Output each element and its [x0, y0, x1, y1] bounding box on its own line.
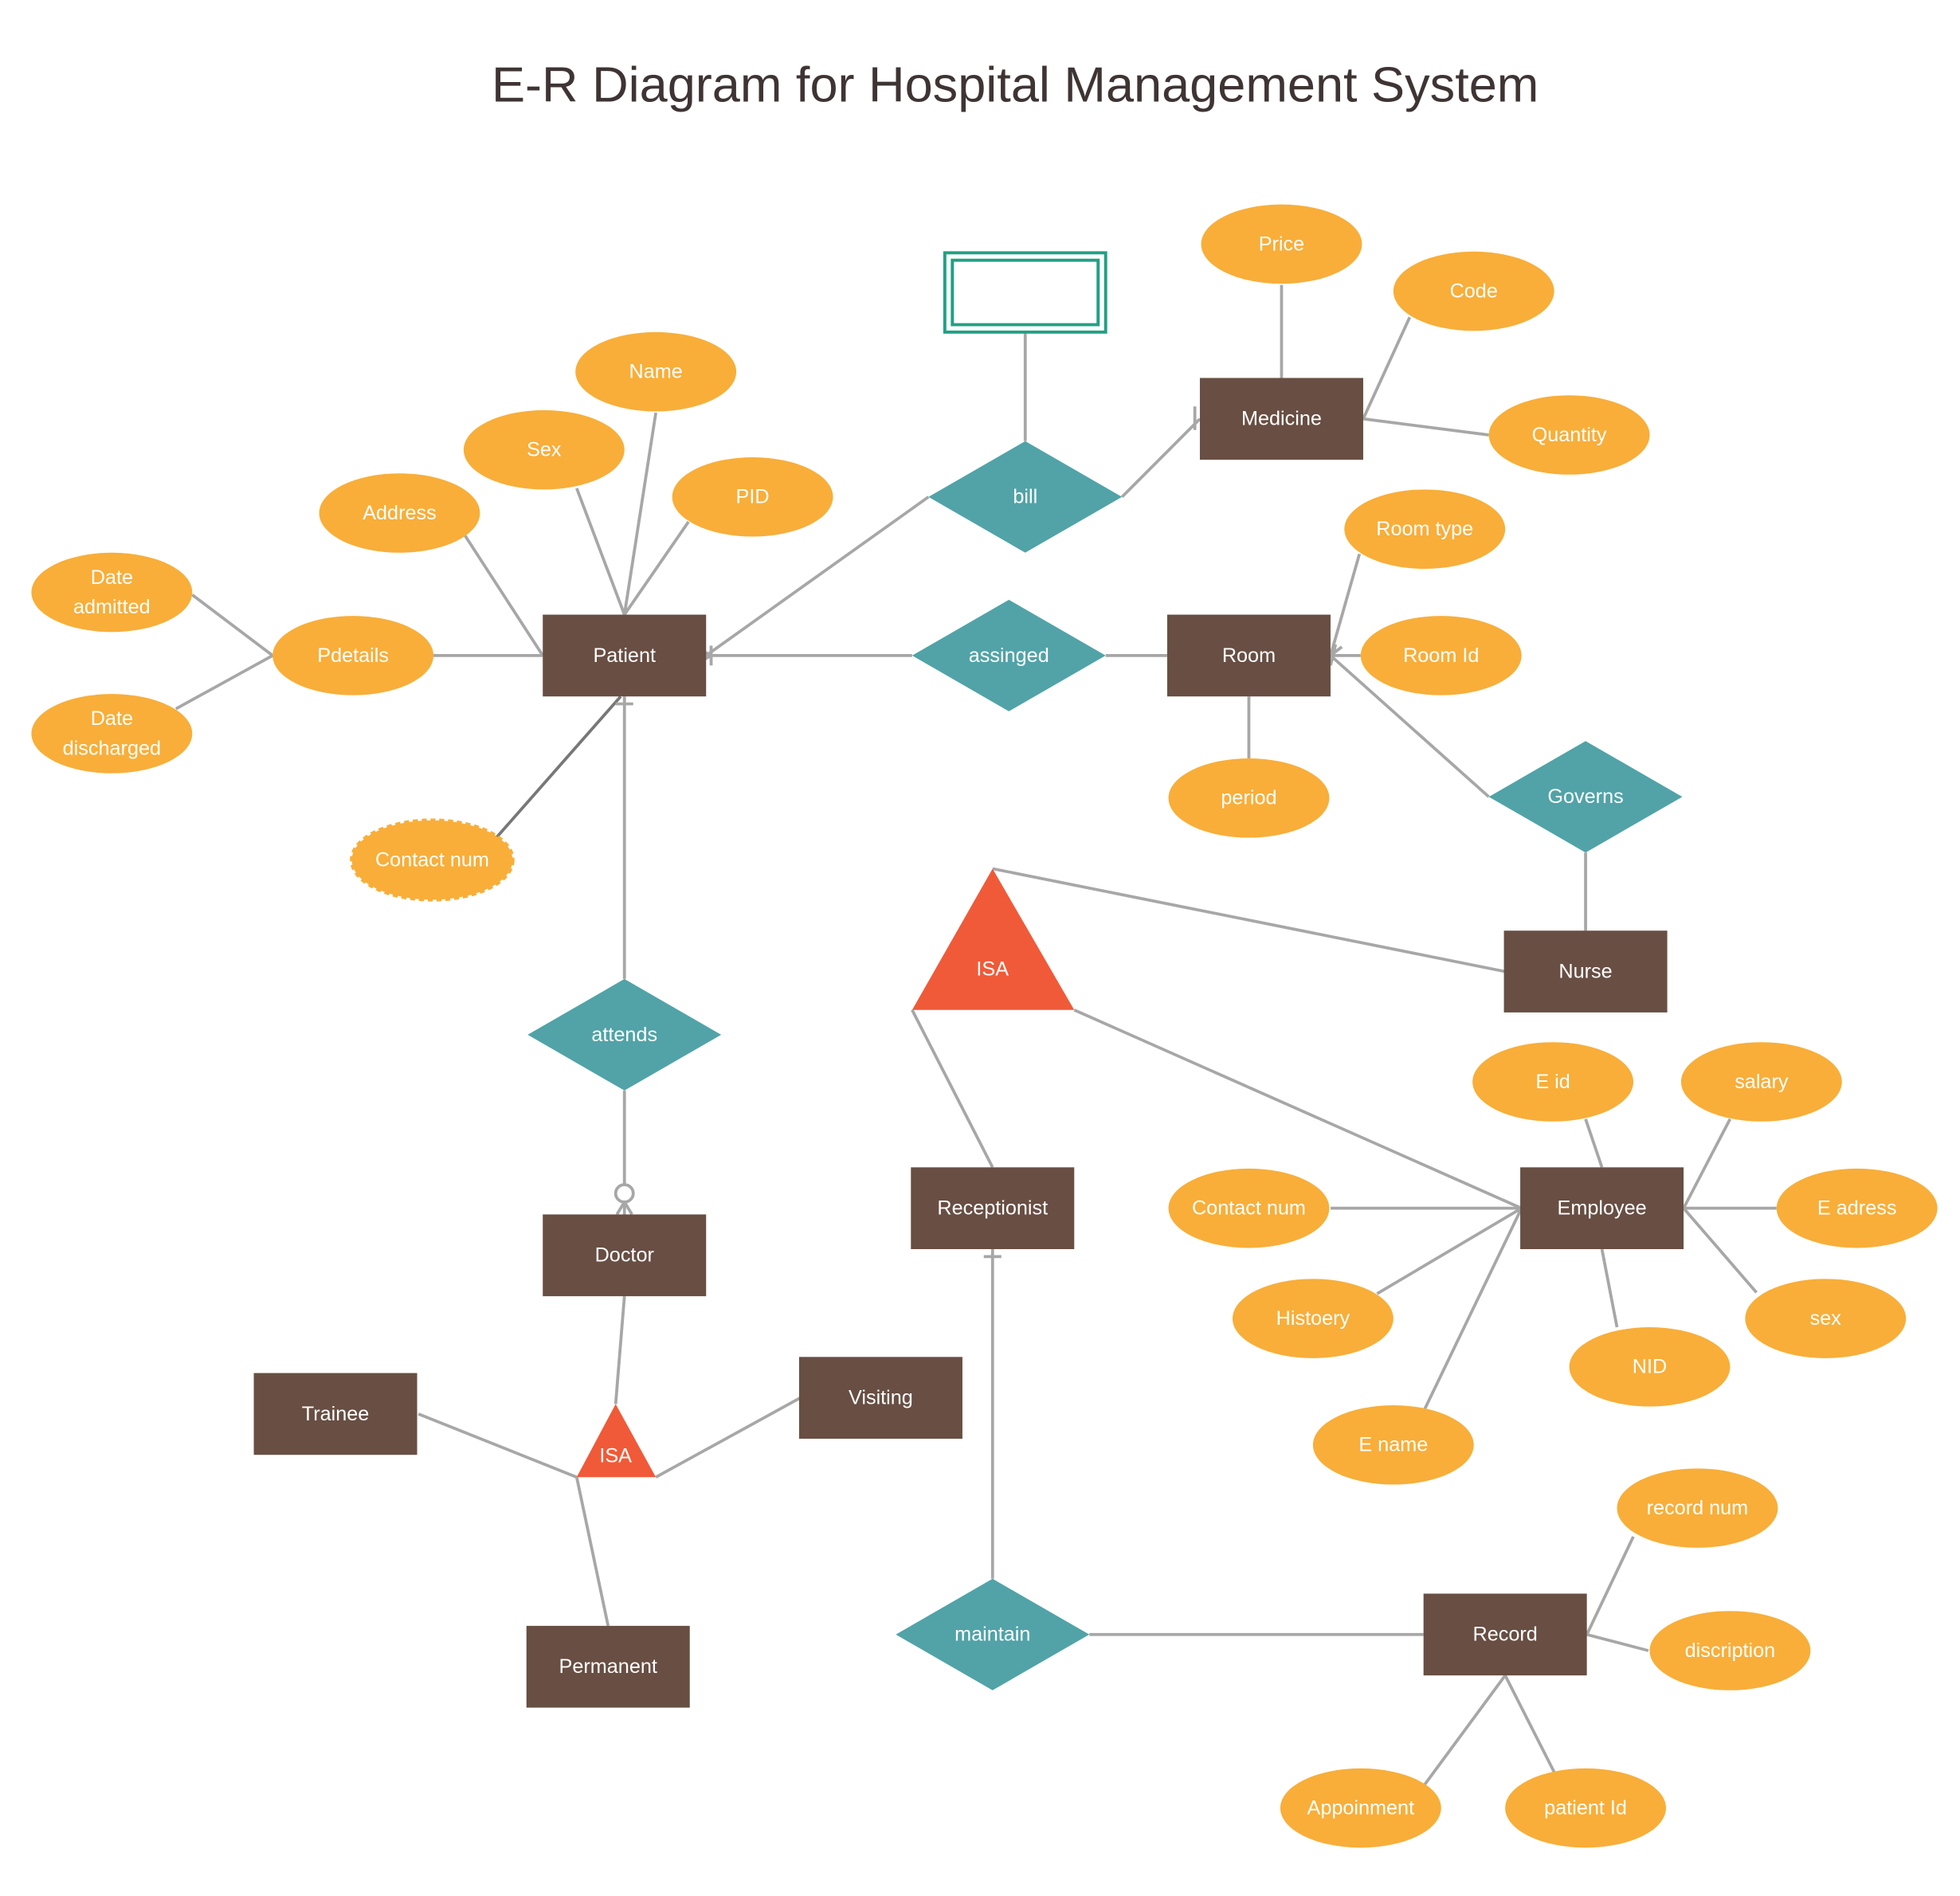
connector-line [1682, 1207, 1758, 1294]
shape-label: NID [1633, 1356, 1667, 1378]
connector-line [1503, 1675, 1556, 1773]
connector-line [575, 488, 626, 616]
shape-label-line: Date [91, 566, 133, 589]
shape-label: Quantity [1532, 424, 1607, 446]
shape-label: Appoinment [1307, 1797, 1415, 1820]
shape-label: salary [1735, 1071, 1789, 1093]
shape-label: Code [1450, 280, 1498, 303]
connector-line [174, 654, 274, 711]
shape-label: Room [1222, 644, 1276, 667]
connector-line [1362, 417, 1489, 437]
connector-line [623, 520, 690, 616]
connector-line [1584, 1118, 1604, 1168]
connector-line [1600, 1248, 1619, 1328]
shape-label: record num [1647, 1497, 1749, 1519]
connector-line [574, 1476, 610, 1627]
connector-line [1362, 316, 1412, 420]
shape-label: E id [1535, 1071, 1570, 1093]
connector-line [1329, 553, 1362, 656]
shape-label: Governs [1547, 785, 1623, 808]
shape-label: Employee [1558, 1197, 1647, 1220]
shape-label: Visiting [849, 1387, 913, 1409]
shape-label: Room type [1376, 518, 1473, 540]
shape-label: Name [629, 361, 683, 383]
shape-label-line: discharged [63, 738, 161, 760]
shape-label: Medicine [1241, 408, 1322, 430]
shape-label: patient Id [1544, 1797, 1627, 1820]
shape-label: E name [1358, 1434, 1428, 1456]
shape-label: Doctor [595, 1244, 654, 1267]
connector-line [613, 1295, 626, 1404]
isa-triangle-isa_employee[interactable] [911, 868, 1075, 1010]
shape-label: ISA [599, 1445, 632, 1467]
shape-label: Contact num [1192, 1197, 1306, 1220]
connector-line [655, 1397, 802, 1479]
shape-label: ISA [976, 958, 1009, 981]
connector-line [417, 1412, 578, 1479]
shape-label: bill [1013, 486, 1037, 508]
shape-label: maintain [955, 1624, 1030, 1646]
connector-line [1120, 417, 1201, 499]
shape-label: Trainee [302, 1403, 370, 1425]
shape-layer: Patient Medicine Room Nurse Doctor Receptioni… [31, 204, 1938, 1848]
shape-label: PID [736, 486, 770, 508]
connector-line [992, 867, 1506, 973]
shape-label: assinged [969, 644, 1049, 667]
shape-label: attends [591, 1024, 657, 1046]
shape-label: Contact num [375, 849, 489, 872]
attribute-date_admitted[interactable] [31, 552, 193, 633]
connector-line [622, 412, 658, 615]
connector-line [1585, 1536, 1635, 1635]
shape-label-line: Date [91, 707, 133, 730]
diagram-title: E-R Diagram for Hospital Management Syst… [492, 57, 1539, 113]
shape-label: period [1221, 787, 1276, 809]
shape-label: discription [1685, 1639, 1776, 1662]
shape-label: Pdetails [317, 644, 389, 667]
shape-label: Price [1259, 233, 1304, 256]
connector-line [463, 534, 544, 656]
shape-label: Permanent [559, 1655, 657, 1678]
shape-label: Nurse [1558, 961, 1612, 983]
connector-line [1586, 1632, 1649, 1652]
connector-line [191, 593, 274, 657]
shape-label: Patient [593, 644, 656, 667]
shape-label: Room Id [1403, 644, 1479, 667]
cardinality-zero-mark [613, 1183, 635, 1204]
connector-line [1423, 1675, 1507, 1786]
er-diagram: E-R Diagram for Hospital Management Syst… [31, 57, 1938, 1848]
shape-label: E adress [1817, 1197, 1897, 1220]
connector-line [1682, 1118, 1732, 1209]
attribute-date_discharged[interactable] [31, 694, 193, 774]
shape-label: sex [1810, 1307, 1842, 1330]
connector-line [495, 695, 622, 839]
shape-label: Sex [527, 439, 562, 461]
shape-label: Address [363, 502, 437, 524]
shape-label-line: admitted [73, 596, 151, 618]
shape-label: Receptionist [937, 1197, 1048, 1220]
shape-label: Record [1473, 1624, 1538, 1646]
weak-entity-inner [951, 258, 1100, 327]
shape-label: Histoery [1276, 1307, 1350, 1330]
connector-line [911, 1009, 994, 1169]
